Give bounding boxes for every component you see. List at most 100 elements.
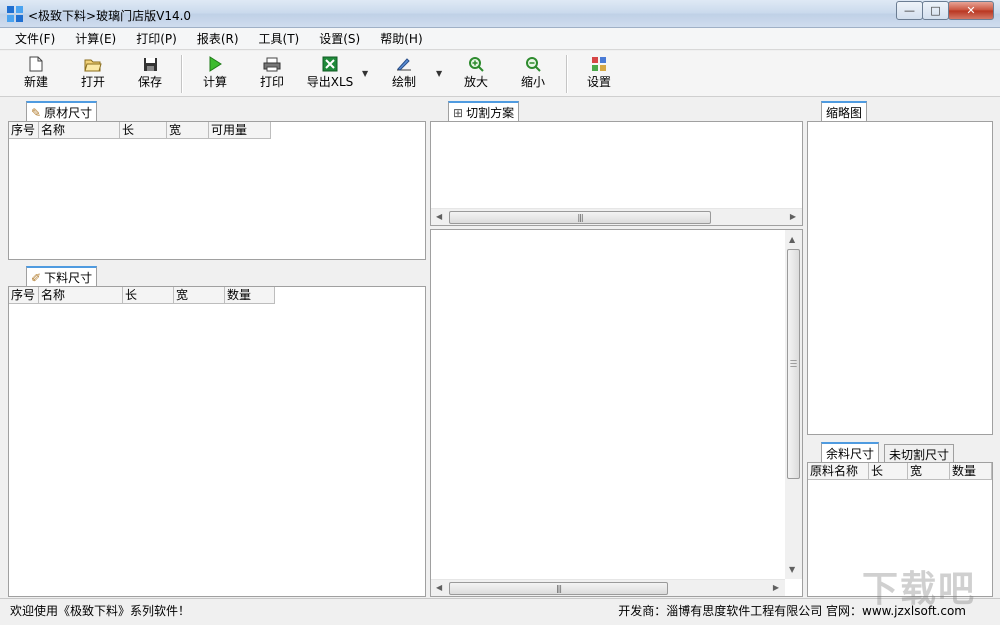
menu-calculate[interactable]: 计算(E) [68, 29, 123, 49]
tree-icon: ⊞ [453, 105, 464, 120]
scroll-thumb[interactable]: ||| [449, 582, 668, 595]
ruler-pencil-icon: ✎ [31, 105, 42, 120]
col-index[interactable]: 序号 [9, 287, 39, 304]
remainder-header: 原料名称 长 宽 数量 [808, 463, 992, 480]
menu-report[interactable]: 报表(R) [190, 29, 246, 49]
draw-dropdown-arrow-icon[interactable]: ▼ [436, 69, 442, 78]
menu-file[interactable]: 文件(F) [8, 29, 62, 49]
cut-material-tabstrip: ✐ 下料尺寸 [8, 264, 426, 287]
raw-material-tabstrip: ✎ 原材尺寸 [8, 99, 426, 122]
canvas-vscrollbar[interactable]: ▲ — — — ▼ [785, 230, 802, 579]
zoom-out-button[interactable]: 缩小 [517, 54, 549, 94]
tab-raw-material-label: 原材尺寸 [44, 106, 93, 120]
draw-button[interactable]: 绘制 [388, 54, 420, 94]
open-folder-icon [84, 54, 102, 74]
open-button[interactable]: 打开 [77, 54, 109, 94]
col-index[interactable]: 序号 [9, 122, 39, 139]
calculate-button[interactable]: 计算 [199, 54, 231, 94]
zoom-out-label: 缩小 [520, 75, 545, 89]
col-quantity[interactable]: 数量 [950, 463, 992, 480]
cut-material-header: 序号 名称 长 宽 数量 [9, 287, 275, 304]
print-label: 打印 [259, 75, 284, 89]
toolbar-separator [181, 55, 183, 93]
settings-button[interactable]: 设置 [583, 54, 615, 94]
new-button[interactable]: 新建 [20, 54, 52, 94]
tab-cutting-plan-label: 切割方案 [466, 106, 515, 120]
ruler-icon: ✐ [31, 270, 42, 285]
export-xls-label: 导出XLS [306, 75, 354, 89]
tab-uncut-label: 未切割尺寸 [889, 447, 950, 462]
draw-label: 绘制 [391, 75, 416, 89]
menu-print[interactable]: 打印(P) [129, 29, 184, 49]
app-icon [7, 6, 23, 22]
col-width[interactable]: 宽 [174, 287, 225, 304]
tab-cut-material[interactable]: ✐ 下料尺寸 [26, 266, 98, 287]
title-bar: <极致下料>玻璃门店版V14.0 — □ ✕ [0, 0, 1000, 28]
play-icon [208, 54, 222, 74]
remainder-tabstrip: 余料尺寸 未切割尺寸 [807, 440, 993, 463]
col-width[interactable]: 宽 [167, 122, 209, 139]
settings-label: 设置 [586, 75, 611, 89]
open-label: 打开 [80, 75, 105, 89]
scroll-left-arrow-icon[interactable]: ◀ [436, 212, 442, 221]
menu-help[interactable]: 帮助(H) [373, 29, 429, 49]
thumbnail-view[interactable] [807, 121, 993, 435]
scroll-thumb[interactable]: ||| [449, 211, 711, 224]
scroll-thumb[interactable]: — — — [787, 249, 800, 479]
new-label: 新建 [23, 75, 48, 89]
tab-raw-material[interactable]: ✎ 原材尺寸 [26, 101, 98, 122]
zoom-out-icon [525, 54, 541, 74]
canvas-hscrollbar[interactable]: ◀ ||| ▶ [431, 579, 785, 596]
watermark: 下载吧 [862, 569, 977, 610]
cut-material-grid[interactable]: 序号 名称 长 宽 数量 [8, 286, 426, 597]
menu-tools[interactable]: 工具(T) [252, 29, 307, 49]
settings-palette-icon [591, 54, 607, 74]
window-controls: — □ ✕ [896, 1, 994, 20]
save-label: 保存 [137, 75, 162, 89]
col-available[interactable]: 可用量 [209, 122, 271, 139]
col-length[interactable]: 长 [120, 122, 167, 139]
export-xls-button[interactable]: 导出XLS [306, 54, 354, 94]
scroll-down-arrow-icon[interactable]: ▼ [789, 565, 795, 574]
print-button[interactable]: 打印 [256, 54, 288, 94]
toolbar: 新建 打开 保存 计算 打印 导出XLS ▼ 绘制 ▼ 放大 缩小 设置 [0, 51, 1000, 97]
zoom-in-label: 放大 [463, 75, 488, 89]
status-bar: 欢迎使用《极致下料》系列软件！ 开发商：淄博有思度软件工程有限公司 官网：www… [0, 598, 1000, 625]
scroll-right-arrow-icon[interactable]: ▶ [790, 212, 796, 221]
thumbnail-tabstrip: 缩略图 [807, 99, 993, 122]
col-quantity[interactable]: 数量 [225, 287, 275, 304]
col-length[interactable]: 长 [123, 287, 174, 304]
cutting-plan-list[interactable]: ◀ ||| ▶ [430, 121, 803, 226]
scroll-left-arrow-icon[interactable]: ◀ [436, 583, 442, 592]
minimize-button[interactable]: — [896, 1, 923, 20]
cutting-plan-list-hscrollbar[interactable]: ◀ ||| ▶ [431, 208, 802, 225]
col-length[interactable]: 长 [869, 463, 908, 480]
raw-material-grid[interactable]: 序号 名称 长 宽 可用量 [8, 121, 426, 260]
tab-remainder[interactable]: 余料尺寸 [821, 442, 880, 463]
menu-bar: 文件(F) 计算(E) 打印(P) 报表(R) 工具(T) 设置(S) 帮助(H… [0, 28, 1000, 50]
maximize-button[interactable]: □ [922, 1, 949, 20]
col-width[interactable]: 宽 [908, 463, 950, 480]
export-xls-dropdown-arrow-icon[interactable]: ▼ [362, 69, 368, 78]
cutting-plan-canvas[interactable]: ▲ — — — ▼ ◀ ||| ▶ [430, 229, 803, 597]
menu-settings[interactable]: 设置(S) [312, 29, 367, 49]
scroll-up-arrow-icon[interactable]: ▲ [789, 235, 795, 244]
tab-thumbnail-label: 缩略图 [826, 106, 863, 120]
draw-pencil-icon [395, 54, 413, 74]
zoom-in-button[interactable]: 放大 [460, 54, 492, 94]
col-name[interactable]: 名称 [39, 122, 120, 139]
tab-thumbnail[interactable]: 缩略图 [821, 101, 868, 122]
calculate-label: 计算 [202, 75, 227, 89]
cutting-plan-tabstrip: ⊞ 切割方案 [430, 99, 803, 122]
col-material-name[interactable]: 原料名称 [808, 463, 869, 480]
tab-cutting-plan[interactable]: ⊞ 切割方案 [448, 101, 520, 122]
close-button[interactable]: ✕ [948, 1, 994, 20]
new-file-icon [29, 54, 43, 74]
excel-icon [322, 54, 338, 74]
scroll-right-arrow-icon[interactable]: ▶ [773, 583, 779, 592]
save-button[interactable]: 保存 [134, 54, 166, 94]
raw-material-header: 序号 名称 长 宽 可用量 [9, 122, 271, 139]
tab-remainder-label: 余料尺寸 [826, 447, 875, 461]
tab-uncut[interactable]: 未切割尺寸 [884, 444, 955, 463]
col-name[interactable]: 名称 [39, 287, 123, 304]
